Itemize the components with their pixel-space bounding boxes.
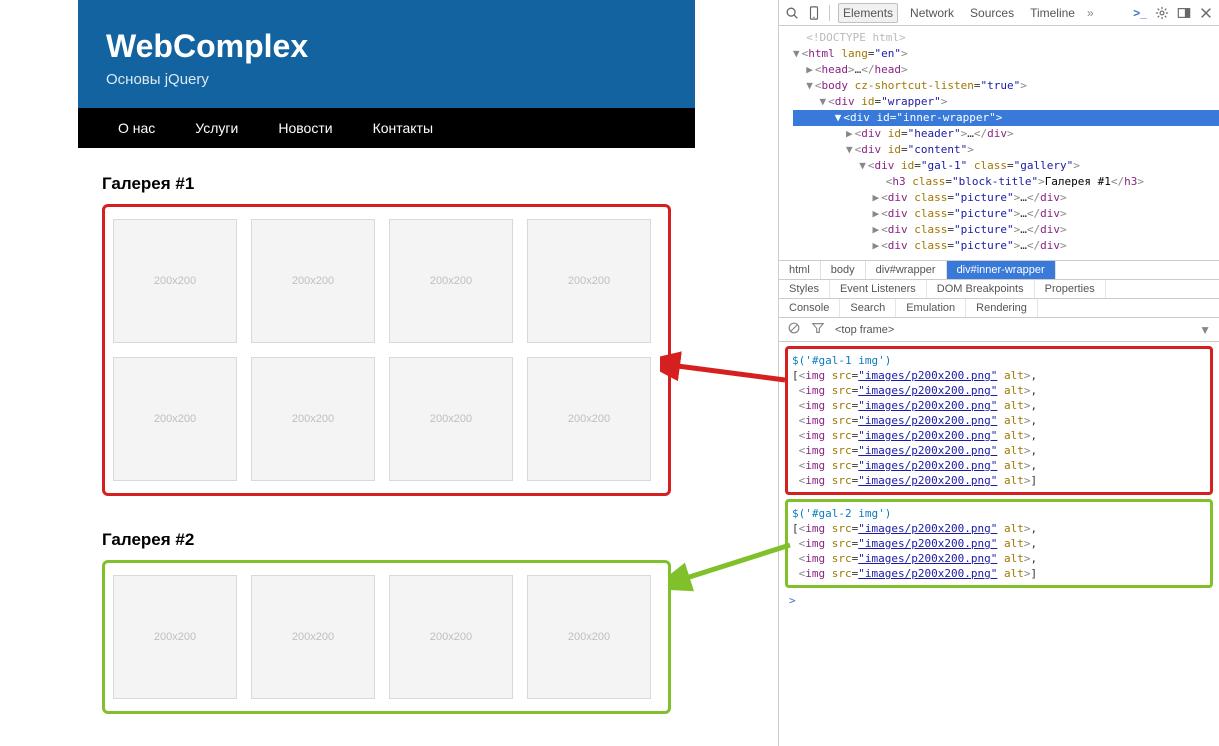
dom-gal1[interactable]: ▼<div id="gal-1" class="gallery"> xyxy=(793,158,1219,174)
tab-rendering[interactable]: Rendering xyxy=(966,299,1038,317)
nav-item-about[interactable]: О нас xyxy=(98,108,175,148)
dom-picture[interactable]: ▶<div class="picture">…</div> xyxy=(793,206,1219,222)
dom-body[interactable]: ▼<body cz-shortcut-listen="true"> xyxy=(793,78,1219,94)
console-toggle-icon[interactable]: >_ xyxy=(1133,6,1147,20)
picture-placeholder: 200x200 xyxy=(251,357,375,481)
filter-icon[interactable] xyxy=(811,321,825,338)
dom-html[interactable]: ▼<html lang="en"> xyxy=(793,46,1219,62)
tab-emulation[interactable]: Emulation xyxy=(896,299,966,317)
console-block-2: $('#gal-2 img') [<img src="images/p200x2… xyxy=(785,499,1213,588)
console-result-2: [<img src="images/p200x200.png" alt>, <i… xyxy=(792,521,1206,581)
tab-styles[interactable]: Styles xyxy=(779,280,830,298)
tab-network[interactable]: Network xyxy=(906,4,958,22)
settings-icon[interactable] xyxy=(1155,6,1169,20)
tab-console[interactable]: Console xyxy=(779,299,840,317)
picture-placeholder: 200x200 xyxy=(113,219,237,343)
tabs-overflow[interactable]: » xyxy=(1087,6,1094,20)
rendered-page: WebComplex Основы jQuery О нас Услуги Но… xyxy=(78,0,695,740)
tab-dom-breakpoints[interactable]: DOM Breakpoints xyxy=(927,280,1035,298)
tab-elements[interactable]: Elements xyxy=(838,3,898,23)
page-nav: О нас Услуги Новости Контакты xyxy=(78,108,695,148)
dom-header[interactable]: ▶<div id="header">…</div> xyxy=(793,126,1219,142)
picture-placeholder: 200x200 xyxy=(527,219,651,343)
picture-placeholder: 200x200 xyxy=(251,575,375,699)
dom-doctype: <!DOCTYPE html> xyxy=(793,30,1219,46)
tab-sources[interactable]: Sources xyxy=(966,4,1018,22)
nav-item-contacts[interactable]: Контакты xyxy=(353,108,453,148)
picture-placeholder: 200x200 xyxy=(113,575,237,699)
styles-tabs: Styles Event Listeners DOM Breakpoints P… xyxy=(779,280,1219,299)
dock-icon[interactable] xyxy=(1177,6,1191,20)
console-block-1: $('#gal-1 img') [<img src="images/p200x2… xyxy=(785,346,1213,495)
dom-h3[interactable]: <h3 class="block-title">Галерея #1</h3> xyxy=(793,174,1219,190)
devtools-toolbar: Elements Network Sources Timeline » >_ xyxy=(779,0,1219,26)
gallery-2: 200x200200x200200x200200x200 xyxy=(102,560,671,714)
tab-properties[interactable]: Properties xyxy=(1035,280,1106,298)
nav-item-services[interactable]: Услуги xyxy=(175,108,258,148)
breadcrumb-item[interactable]: body xyxy=(821,261,866,279)
gallery-1-title: Галерея #1 xyxy=(102,174,671,194)
page-content: Галерея #1 200x200200x200200x200200x2002… xyxy=(78,148,695,740)
nav-item-news[interactable]: Новости xyxy=(258,108,352,148)
close-icon[interactable] xyxy=(1199,6,1213,20)
dom-tree[interactable]: <!DOCTYPE html> ▼<html lang="en"> ▶<head… xyxy=(779,26,1219,260)
picture-placeholder: 200x200 xyxy=(389,219,513,343)
dom-head[interactable]: ▶<head>…</head> xyxy=(793,62,1219,78)
picture-placeholder: 200x200 xyxy=(389,357,513,481)
page-title: WebComplex xyxy=(106,28,667,65)
console-prompt[interactable]: > xyxy=(785,592,1213,609)
console-result-1: [<img src="images/p200x200.png" alt>, <i… xyxy=(792,368,1206,488)
picture-placeholder: 200x200 xyxy=(113,357,237,481)
dom-content[interactable]: ▼<div id="content"> xyxy=(793,142,1219,158)
tab-timeline[interactable]: Timeline xyxy=(1026,4,1079,22)
console-drawer-tabs: Console Search Emulation Rendering xyxy=(779,299,1219,318)
inspect-icon[interactable] xyxy=(785,6,799,20)
breadcrumb-item-selected[interactable]: div#inner-wrapper xyxy=(947,261,1056,279)
breadcrumb-item[interactable]: html xyxy=(779,261,821,279)
picture-placeholder: 200x200 xyxy=(389,575,513,699)
console-output[interactable]: $('#gal-1 img') [<img src="images/p200x2… xyxy=(779,342,1219,613)
tab-search[interactable]: Search xyxy=(840,299,896,317)
device-icon[interactable] xyxy=(807,6,821,20)
frame-dropdown-icon[interactable]: ▼ xyxy=(1199,323,1211,337)
dom-picture[interactable]: ▶<div class="picture">…</div> xyxy=(793,222,1219,238)
page-header: WebComplex Основы jQuery xyxy=(78,0,695,108)
gallery-1: 200x200200x200200x200200x200200x200200x2… xyxy=(102,204,671,496)
devtools-panel: Elements Network Sources Timeline » >_ <… xyxy=(778,0,1219,746)
dom-inner-wrapper-selected[interactable]: ▼<div id="inner-wrapper"> xyxy=(793,110,1219,126)
console-query-2: $('#gal-2 img') xyxy=(792,506,1206,521)
picture-placeholder: 200x200 xyxy=(527,357,651,481)
picture-placeholder: 200x200 xyxy=(251,219,375,343)
page-subtitle: Основы jQuery xyxy=(106,71,667,88)
console-query-1: $('#gal-1 img') xyxy=(792,353,1206,368)
clear-console-icon[interactable] xyxy=(787,321,801,338)
dom-picture[interactable]: ▶<div class="picture">…</div> xyxy=(793,238,1219,254)
gallery-2-title: Галерея #2 xyxy=(102,530,671,550)
dom-breadcrumb: html body div#wrapper div#inner-wrapper xyxy=(779,260,1219,280)
picture-placeholder: 200x200 xyxy=(527,575,651,699)
breadcrumb-item[interactable]: div#wrapper xyxy=(866,261,947,279)
console-toolbar: <top frame> ▼ xyxy=(779,318,1219,342)
dom-picture[interactable]: ▶<div class="picture">…</div> xyxy=(793,190,1219,206)
dom-wrapper[interactable]: ▼<div id="wrapper"> xyxy=(793,94,1219,110)
frame-selector[interactable]: <top frame> xyxy=(835,324,894,336)
tab-event-listeners[interactable]: Event Listeners xyxy=(830,280,927,298)
